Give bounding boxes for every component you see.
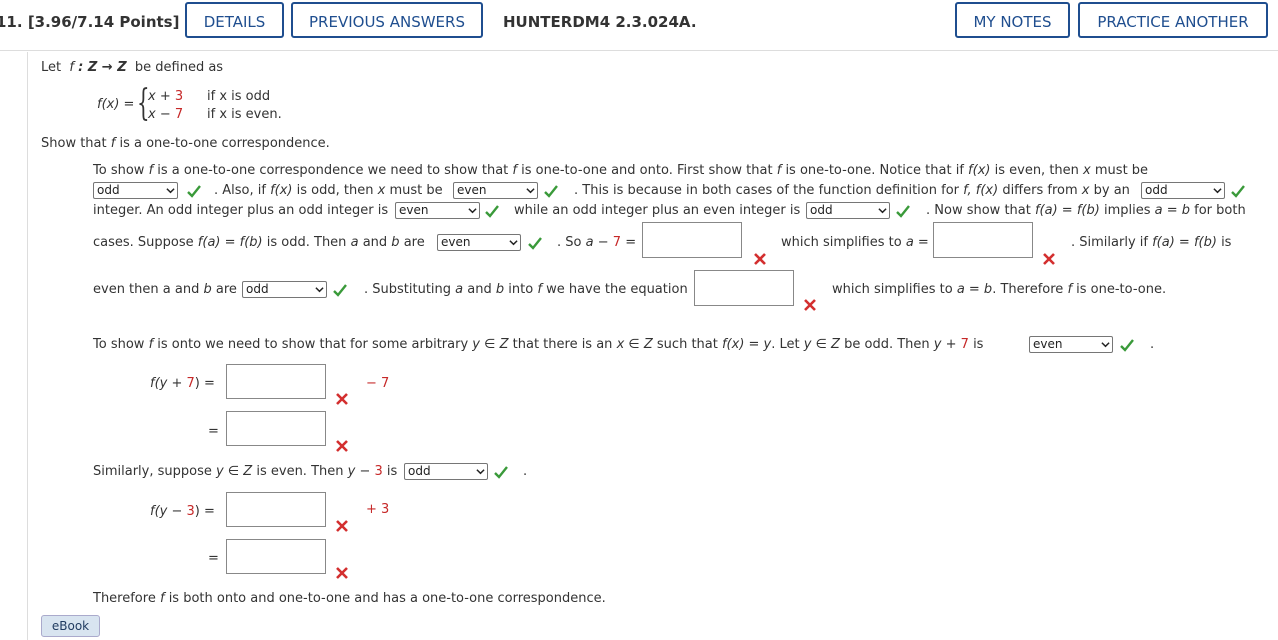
period: . [1150,337,1155,352]
correct-check-icon [1120,339,1134,352]
line-2b: . This is because in both cases of the f… [574,183,1130,198]
line-5b: . Substituting a and b into f we have th… [364,282,688,297]
answer-input-f-y-minus-3-simplified[interactable] [226,539,326,574]
line-2a: . Also, if f(x) is odd, then x must be [214,183,443,198]
correct-check-icon [187,185,201,198]
incorrect-x-icon [754,253,766,265]
incorrect-x-icon [336,440,348,452]
select-y-minus-3-parity[interactable]: odd [404,463,488,480]
line-6: To show f is onto we need to show that f… [93,337,984,352]
case2-expr: x − 7 [148,107,184,122]
line-3a: integer. An odd integer plus an odd inte… [93,203,389,218]
correct-check-icon [1231,185,1245,198]
correct-check-icon [485,205,499,218]
line-8-conclusion: Therefore f is both onto and one-to-one … [93,591,606,606]
line-7: Similarly, suppose y ∈ Z is even. Then y… [93,464,398,479]
case1-expr: x + 3 [148,89,184,104]
left-divider [27,52,28,640]
incorrect-x-icon [336,567,348,579]
select-a-b-parity-odd-case[interactable]: even [437,234,521,251]
eq4-equals: = [208,551,219,566]
select-x-parity-even-fx[interactable]: odd [93,182,178,199]
line-5a: even then a and b are [93,282,237,297]
ebook-button[interactable]: eBook [41,615,100,637]
incorrect-x-icon [804,299,816,311]
case2-cond: if x is even. [207,107,282,122]
correct-check-icon [528,237,542,250]
previous-answers-button[interactable]: PREVIOUS ANSWERS [291,2,483,38]
period: . [523,464,528,479]
select-difference-parity[interactable]: odd [1141,182,1225,199]
select-a-b-parity-even-case[interactable]: odd [242,281,327,298]
question-id: HUNTERDM4 2.3.024A. [503,13,697,31]
select-x-parity-odd-fx[interactable]: even [453,182,538,199]
my-notes-button[interactable]: MY NOTES [955,2,1070,38]
answer-input-a-simplified[interactable] [933,222,1033,258]
details-button[interactable]: DETAILS [185,2,284,38]
incorrect-x-icon [336,393,348,405]
eq3-plus-3: + 3 [366,502,390,517]
line-4a: cases. Suppose f(a) = f(b) is odd. Then … [93,235,425,250]
fx-label: f(x) = [97,97,135,112]
select-odd-plus-odd[interactable]: even [395,202,480,219]
answer-input-a-minus-7[interactable] [642,222,742,258]
correct-check-icon [494,466,508,479]
practice-another-button[interactable]: PRACTICE ANOTHER [1078,2,1268,38]
select-odd-plus-even[interactable]: odd [806,202,890,219]
line-3c: . Now show that f(a) = f(b) implies a = … [926,203,1246,218]
answer-input-f-y-minus-3[interactable] [226,492,326,527]
line-4d: . Similarly if f(a) = f(b) is [1071,235,1232,250]
case1-cond: if x is odd [207,89,271,104]
eq3-label: f(y − 3) = [150,504,215,519]
line-5c: which simplifies to a = b. Therefore f i… [832,282,1167,297]
question-number-points: 11. [3.96/7.14 Points] [0,13,180,31]
incorrect-x-icon [1043,253,1055,265]
answer-input-f-y-plus-7[interactable] [226,364,326,399]
select-y-plus-7-parity[interactable]: even [1029,336,1113,353]
line-4b: . So a − 7 = [557,235,637,250]
correct-check-icon [896,205,910,218]
eq1-label: f(y + 7) = [150,376,215,391]
line-3b: while an odd integer plus an even intege… [514,203,801,218]
eq2-equals: = [208,424,219,439]
eq1-minus-7: − 7 [366,376,390,391]
question-header: 11. [3.96/7.14 Points] DETAILS PREVIOUS … [0,0,1278,51]
answer-input-equation[interactable] [694,270,794,306]
answer-input-f-y-plus-7-simplified[interactable] [226,411,326,446]
line-4c: which simplifies to a = [781,235,929,250]
correct-check-icon [333,284,347,297]
show-statement: Show that f is a one-to-one corresponden… [41,136,330,151]
correct-check-icon [544,185,558,198]
line-1: To show f is a one-to-one correspondence… [93,163,1149,178]
incorrect-x-icon [336,520,348,532]
problem-let-line: Let f : Z → Z be defined as [41,60,224,75]
